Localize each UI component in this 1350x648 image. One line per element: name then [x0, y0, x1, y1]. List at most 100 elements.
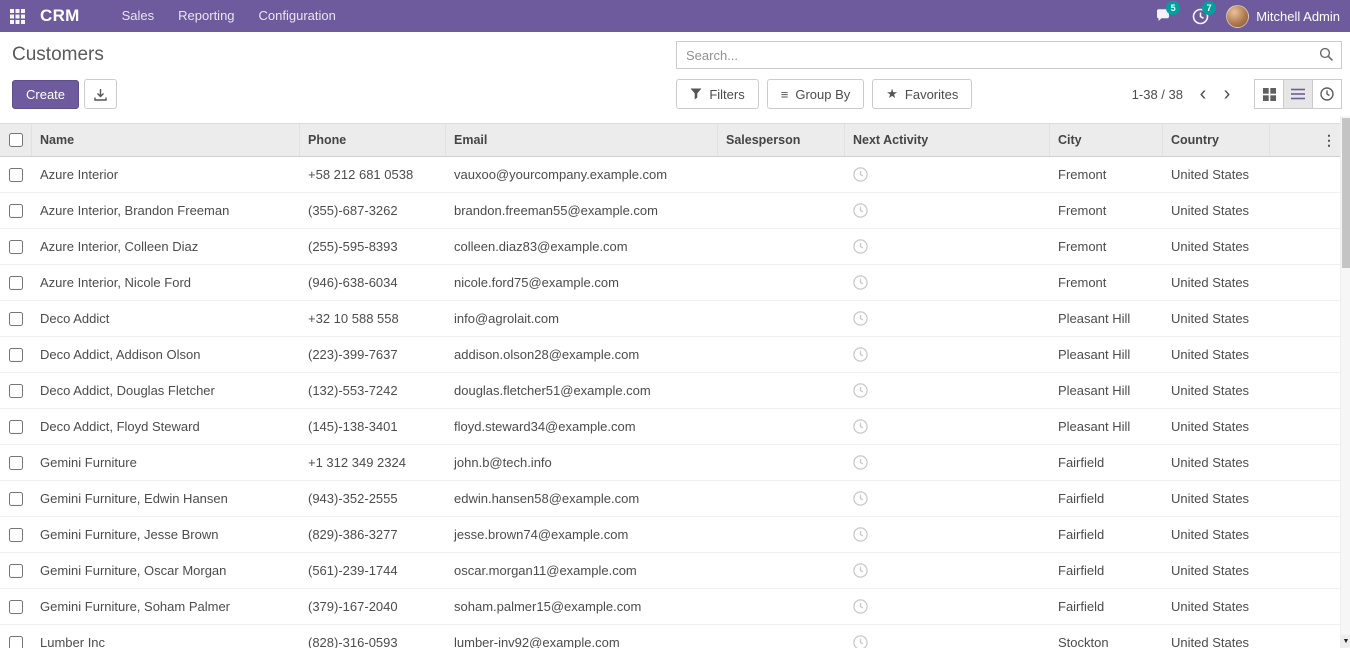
cell-phone: (561)-239-1744	[300, 553, 446, 588]
schedule-activity-clock-icon[interactable]	[853, 383, 868, 398]
row-checkbox[interactable]	[9, 636, 23, 648]
schedule-activity-clock-icon[interactable]	[853, 311, 868, 326]
column-header-name[interactable]: Name	[32, 124, 300, 156]
menu-configuration[interactable]: Configuration	[247, 0, 348, 32]
table-row[interactable]: Lumber Inc (828)-316-0593 lumber-inv92@e…	[0, 625, 1350, 648]
row-checkbox[interactable]	[9, 600, 23, 614]
pager-next-button[interactable]: ›	[1215, 84, 1239, 104]
schedule-activity-clock-icon[interactable]	[853, 527, 868, 542]
column-header-country[interactable]: Country	[1163, 124, 1270, 156]
schedule-activity-clock-icon[interactable]	[853, 419, 868, 434]
search-input[interactable]	[676, 41, 1342, 69]
row-checkbox[interactable]	[9, 240, 23, 254]
row-checkbox[interactable]	[9, 384, 23, 398]
row-checkbox[interactable]	[9, 168, 23, 182]
schedule-activity-clock-icon[interactable]	[853, 203, 868, 218]
cell-city: Fairfield	[1050, 445, 1163, 480]
table-row[interactable]: Azure Interior, Nicole Ford (946)-638-60…	[0, 265, 1350, 301]
table-row[interactable]: Azure Interior, Brandon Freeman (355)-68…	[0, 193, 1350, 229]
cell-country: United States	[1163, 409, 1270, 444]
search-icon[interactable]	[1319, 47, 1334, 67]
table-row[interactable]: Deco Addict, Douglas Fletcher (132)-553-…	[0, 373, 1350, 409]
table-header: Name Phone Email Salesperson Next Activi…	[0, 123, 1350, 157]
row-checkbox[interactable]	[9, 204, 23, 218]
row-checkbox[interactable]	[9, 492, 23, 506]
scrollbar-thumb[interactable]	[1342, 118, 1350, 268]
filters-button[interactable]: Filters	[676, 79, 758, 109]
cell-next-activity	[845, 553, 1050, 588]
favorites-button[interactable]: ★ Favorites	[872, 79, 972, 109]
table-row[interactable]: Gemini Furniture +1 312 349 2324 john.b@…	[0, 445, 1350, 481]
column-header-salesperson[interactable]: Salesperson	[718, 124, 845, 156]
apps-menu-icon[interactable]	[0, 0, 34, 32]
cell-salesperson	[718, 445, 845, 480]
row-checkbox[interactable]	[9, 420, 23, 434]
control-panel-top: Customers	[0, 32, 1350, 74]
activities-button[interactable]: 7	[1182, 0, 1218, 32]
table-row[interactable]: Deco Addict, Floyd Steward (145)-138-340…	[0, 409, 1350, 445]
app-title[interactable]: CRM	[40, 6, 80, 26]
messages-button[interactable]: 5	[1146, 0, 1182, 32]
kanban-view-button[interactable]	[1254, 79, 1284, 109]
filter-funnel-icon	[690, 88, 702, 100]
row-checkbox[interactable]	[9, 276, 23, 290]
schedule-activity-clock-icon[interactable]	[853, 167, 868, 182]
table-row[interactable]: Gemini Furniture, Soham Palmer (379)-167…	[0, 589, 1350, 625]
schedule-activity-clock-icon[interactable]	[853, 239, 868, 254]
row-checkbox[interactable]	[9, 312, 23, 326]
row-checkbox[interactable]	[9, 456, 23, 470]
schedule-activity-clock-icon[interactable]	[853, 563, 868, 578]
cell-salesperson	[718, 589, 845, 624]
customers-list: Name Phone Email Salesperson Next Activi…	[0, 123, 1350, 648]
table-row[interactable]: Azure Interior +58 212 681 0538 vauxoo@y…	[0, 157, 1350, 193]
favorites-label: Favorites	[905, 87, 958, 102]
scroll-down-arrow[interactable]: ▼	[1341, 635, 1350, 648]
cell-salesperson	[718, 553, 845, 588]
schedule-activity-clock-icon[interactable]	[853, 455, 868, 470]
cell-next-activity	[845, 481, 1050, 516]
cell-name: Gemini Furniture, Edwin Hansen	[32, 481, 300, 516]
cell-email: nicole.ford75@example.com	[446, 265, 718, 300]
table-row[interactable]: Gemini Furniture, Jesse Brown (829)-386-…	[0, 517, 1350, 553]
cell-salesperson	[718, 157, 845, 192]
menu-reporting[interactable]: Reporting	[166, 0, 246, 32]
column-header-phone[interactable]: Phone	[300, 124, 446, 156]
cell-email: douglas.fletcher51@example.com	[446, 373, 718, 408]
export-button[interactable]	[84, 79, 117, 109]
view-switcher	[1255, 79, 1342, 109]
cell-city: Fairfield	[1050, 517, 1163, 552]
list-view-button[interactable]	[1283, 79, 1313, 109]
cell-name: Deco Addict, Floyd Steward	[32, 409, 300, 444]
column-header-email[interactable]: Email	[446, 124, 718, 156]
group-by-button[interactable]: ≡ Group By	[767, 79, 865, 109]
row-checkbox[interactable]	[9, 348, 23, 362]
schedule-activity-clock-icon[interactable]	[853, 347, 868, 362]
row-checkbox[interactable]	[9, 564, 23, 578]
table-row[interactable]: Gemini Furniture, Edwin Hansen (943)-352…	[0, 481, 1350, 517]
optional-columns-icon[interactable]: ⋮	[1322, 132, 1342, 149]
schedule-activity-clock-icon[interactable]	[853, 275, 868, 290]
user-menu[interactable]: Mitchell Admin	[1226, 5, 1340, 28]
cell-next-activity	[845, 625, 1050, 648]
select-all-checkbox[interactable]	[9, 133, 23, 147]
schedule-activity-clock-icon[interactable]	[853, 599, 868, 614]
cell-name: Lumber Inc	[32, 625, 300, 648]
vertical-scrollbar[interactable]: ▼	[1340, 116, 1350, 648]
cell-next-activity	[845, 373, 1050, 408]
table-row[interactable]: Azure Interior, Colleen Diaz (255)-595-8…	[0, 229, 1350, 265]
schedule-activity-clock-icon[interactable]	[853, 491, 868, 506]
menu-sales[interactable]: Sales	[110, 0, 167, 32]
cell-salesperson	[718, 481, 845, 516]
column-header-next-activity[interactable]: Next Activity	[845, 124, 1050, 156]
cell-name: Gemini Furniture, Jesse Brown	[32, 517, 300, 552]
activity-view-button[interactable]	[1312, 79, 1342, 109]
table-row[interactable]: Deco Addict, Addison Olson (223)-399-763…	[0, 337, 1350, 373]
table-row[interactable]: Gemini Furniture, Oscar Morgan (561)-239…	[0, 553, 1350, 589]
create-button[interactable]: Create	[12, 80, 79, 109]
column-header-city[interactable]: City	[1050, 124, 1163, 156]
row-checkbox[interactable]	[9, 528, 23, 542]
cell-phone: (223)-399-7637	[300, 337, 446, 372]
table-row[interactable]: Deco Addict +32 10 588 558 info@agrolait…	[0, 301, 1350, 337]
schedule-activity-clock-icon[interactable]	[853, 635, 868, 648]
pager-previous-button[interactable]: ‹	[1191, 84, 1215, 104]
